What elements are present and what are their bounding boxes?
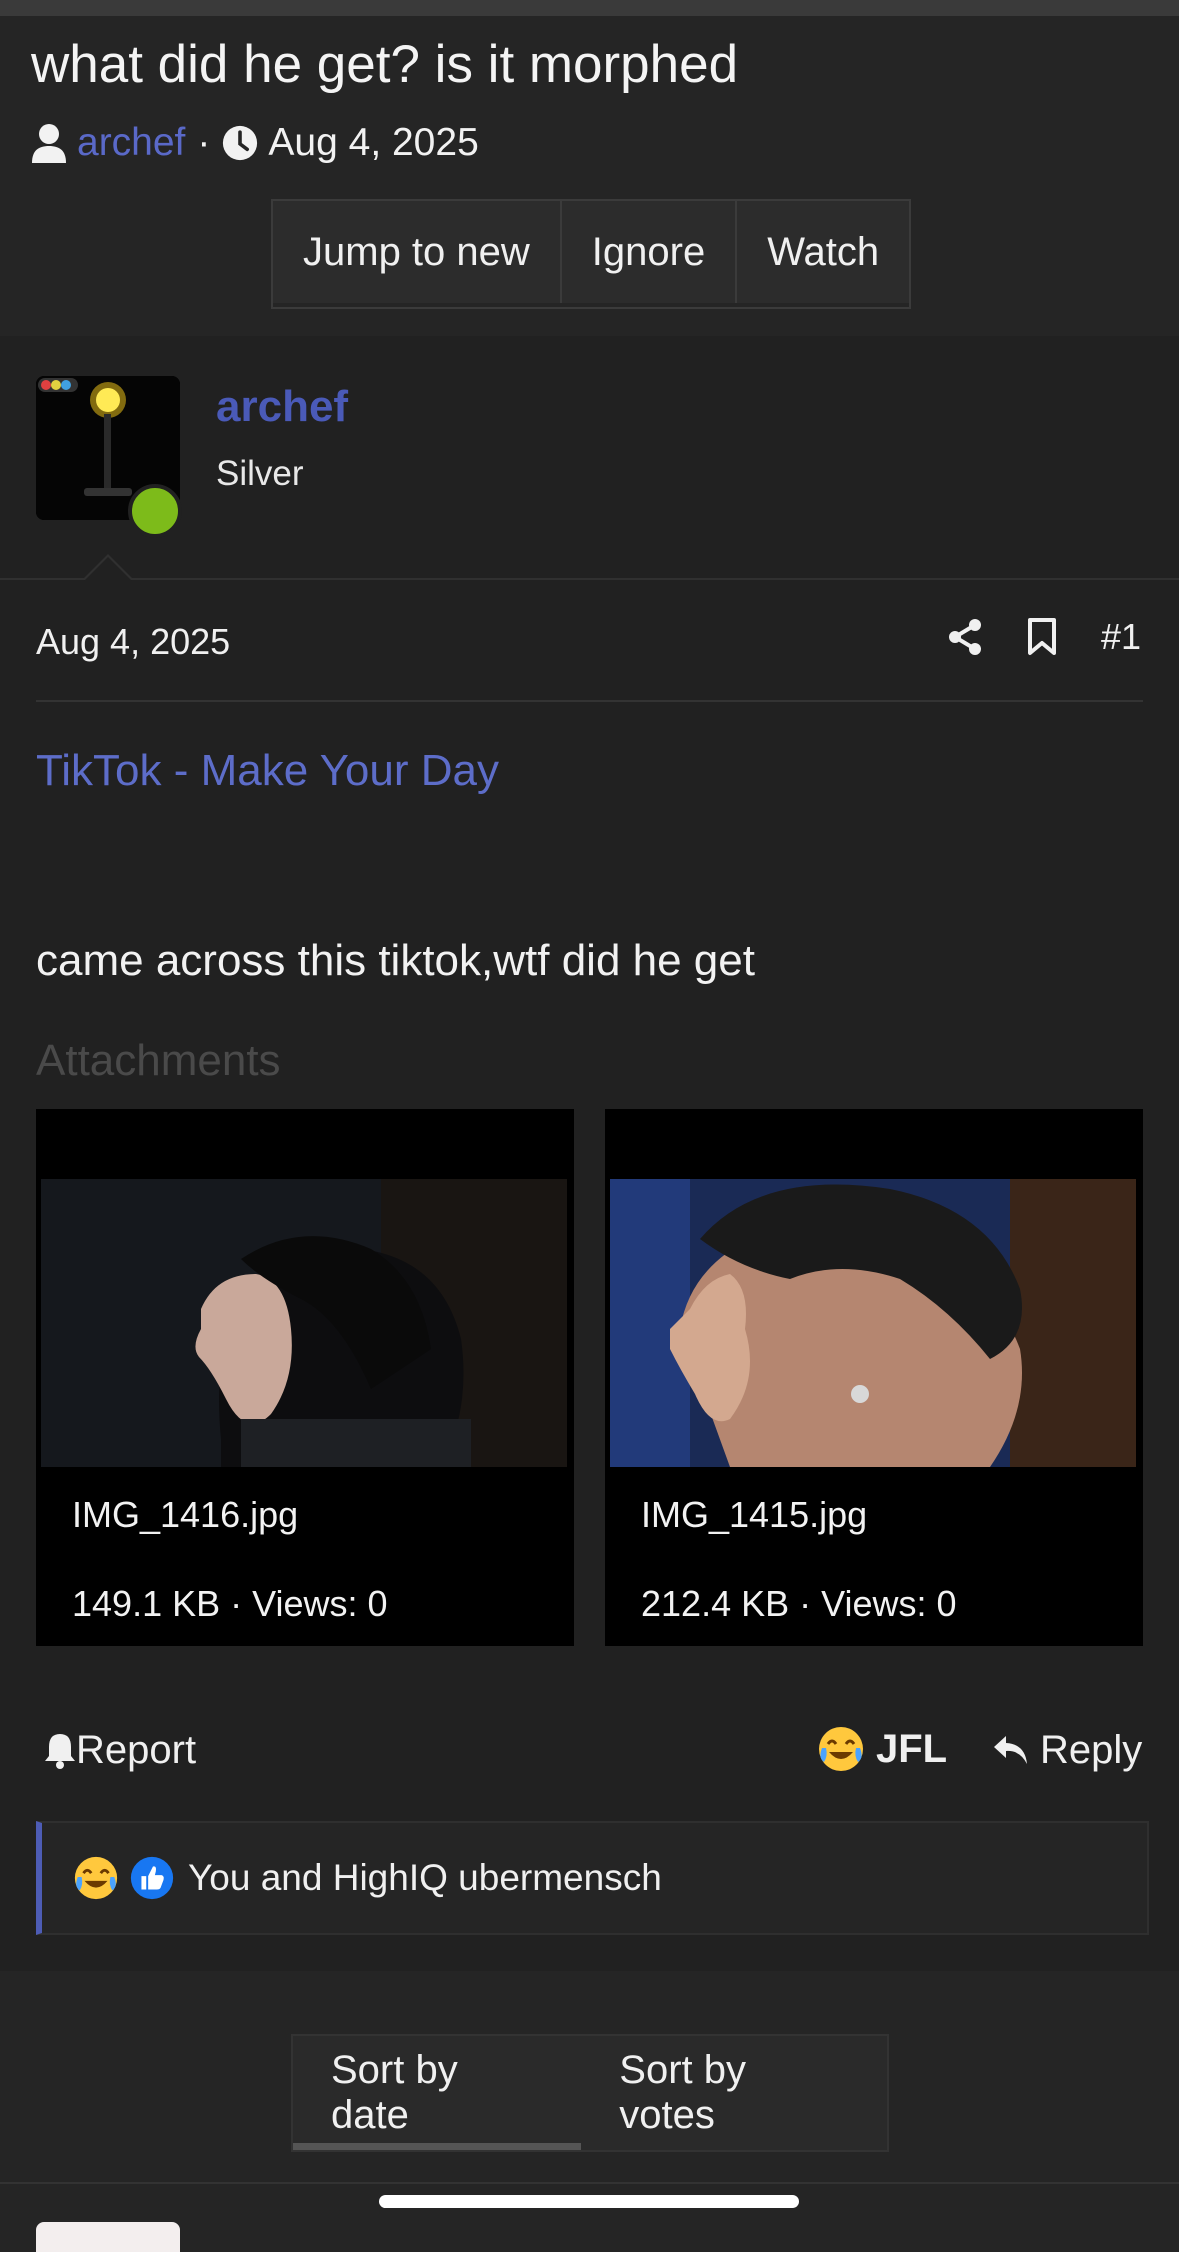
thread-meta: archef · Aug 4, 2025 bbox=[31, 118, 479, 168]
reply-label: Reply bbox=[1040, 1727, 1143, 1772]
divider bbox=[0, 2182, 1179, 2184]
post-date[interactable]: Aug 4, 2025 bbox=[36, 621, 230, 663]
attachment-thumbnail bbox=[610, 1179, 1136, 1467]
meta-separator: · bbox=[197, 121, 211, 164]
report-button[interactable]: Report bbox=[44, 1720, 196, 1780]
attachment-name: IMG_1416.jpg bbox=[72, 1494, 299, 1535]
top-bar bbox=[0, 0, 1179, 16]
message-arrow-fill bbox=[84, 557, 132, 581]
user-icon bbox=[32, 124, 66, 163]
user-rank: Silver bbox=[216, 454, 304, 493]
attachment-card[interactable]: IMG_1415.jpg 212.4 KB · Views: 0 bbox=[605, 1109, 1143, 1646]
online-status-indicator bbox=[128, 484, 182, 538]
home-indicator[interactable] bbox=[379, 2195, 799, 2208]
reactions-bar[interactable]: You and HighIQ ubermensch bbox=[36, 1821, 1149, 1935]
ignore-button[interactable]: Ignore bbox=[561, 201, 738, 303]
post-number[interactable]: #1 bbox=[1101, 616, 1141, 658]
sort-by-date-tab[interactable]: Sort by date bbox=[293, 2036, 582, 2150]
report-label: Report bbox=[76, 1727, 197, 1772]
watch-button[interactable]: Watch bbox=[737, 201, 910, 303]
thread-header: what did he get? is it morphed archef · … bbox=[0, 16, 1179, 336]
attachment-info: 149.1 KB · Views: 0 bbox=[72, 1583, 388, 1624]
clock-icon bbox=[223, 125, 258, 161]
thread-button-group: Jump to new Ignore Watch bbox=[271, 199, 912, 309]
share-icon[interactable] bbox=[947, 618, 983, 656]
reply-icon bbox=[994, 1736, 1027, 1764]
avatar[interactable] bbox=[36, 376, 182, 538]
thumbs-up-icon bbox=[130, 1856, 174, 1900]
react-button[interactable]: JFL bbox=[816, 1716, 947, 1782]
attachment-name: IMG_1415.jpg bbox=[641, 1494, 868, 1535]
reactions-text: You and HighIQ ubermensch bbox=[188, 1857, 662, 1898]
attachments-heading: Attachments bbox=[36, 1036, 281, 1085]
post-actions: #1 bbox=[947, 616, 1141, 658]
divider bbox=[36, 700, 1143, 702]
jump-to-new-button[interactable]: Jump to new bbox=[273, 201, 562, 303]
attachment-card[interactable]: IMG_1416.jpg 149.1 KB · Views: 0 bbox=[36, 1109, 574, 1646]
attachment-thumbnail bbox=[41, 1179, 567, 1467]
tiktok-link[interactable]: TikTok - Make Your Day bbox=[36, 746, 499, 796]
laughing-crying-emoji-icon bbox=[74, 1856, 118, 1900]
reply-button[interactable]: Reply bbox=[992, 1720, 1142, 1780]
sort-tabs: Sort by date Sort by votes bbox=[291, 2034, 889, 2152]
thread-date: Aug 4, 2025 bbox=[268, 121, 479, 164]
post-username[interactable]: archef bbox=[216, 382, 348, 432]
thread-title: what did he get? is it morphed bbox=[31, 35, 739, 94]
attachment-info: 212.4 KB · Views: 0 bbox=[641, 1583, 957, 1624]
sort-by-votes-tab[interactable]: Sort by votes bbox=[581, 2036, 887, 2150]
bookmark-icon[interactable] bbox=[1027, 618, 1057, 656]
bell-icon bbox=[45, 1734, 75, 1769]
post-body: came across this tiktok,wtf did he get bbox=[36, 936, 755, 985]
next-post-avatar[interactable] bbox=[36, 2222, 180, 2252]
react-label: JFL bbox=[876, 1726, 948, 1771]
laughing-crying-emoji-icon bbox=[819, 1727, 863, 1771]
thread-author-link[interactable]: archef bbox=[77, 121, 185, 165]
divider bbox=[0, 578, 1179, 580]
post: archef Silver Aug 4, 2025 #1 TikTok - Ma… bbox=[0, 336, 1179, 1971]
